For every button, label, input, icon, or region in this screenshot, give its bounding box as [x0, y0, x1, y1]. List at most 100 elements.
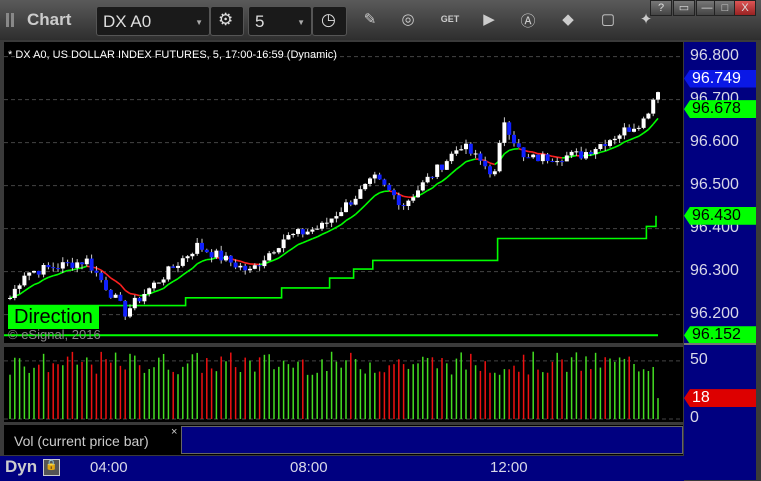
candle	[272, 252, 276, 254]
candle	[521, 147, 526, 158]
moving-average-segment	[297, 242, 304, 246]
moving-average-segment	[163, 283, 169, 289]
candle	[488, 166, 492, 175]
price-axis[interactable]: 96.800 96.700 96.600 96.500 96.400 96.300 96.2…	[684, 42, 756, 480]
moving-average-segment	[364, 199, 371, 206]
interval-value: 5	[255, 12, 265, 31]
candle	[305, 231, 310, 235]
moving-average-segment	[268, 259, 275, 263]
candle	[632, 128, 636, 132]
moving-average-segment	[48, 274, 54, 279]
moving-average-segment	[158, 287, 164, 292]
pane-divider[interactable]	[684, 343, 756, 345]
moving-average-segment	[33, 282, 40, 286]
candle	[300, 229, 305, 235]
moving-average-segment	[503, 149, 510, 155]
candle	[536, 154, 540, 162]
candle	[75, 262, 80, 268]
help-button[interactable]: ?	[650, 0, 672, 16]
link-icon[interactable]: ◆	[558, 10, 578, 28]
candle	[569, 151, 574, 156]
settings-icon: ⚙	[218, 10, 234, 29]
candle	[12, 288, 17, 298]
candle	[564, 155, 569, 162]
pencil-icon[interactable]: ✎	[360, 10, 380, 28]
candle	[214, 250, 219, 258]
interval-input[interactable]: 5 ▼	[248, 6, 312, 36]
close-study-icon[interactable]: ×	[171, 426, 177, 438]
moving-average-segment	[609, 146, 616, 150]
settings-button[interactable]: ⚙	[210, 6, 244, 36]
moving-average-segment	[115, 280, 121, 286]
candle	[238, 265, 243, 268]
get-icon[interactable]: GET	[440, 14, 460, 24]
candle	[161, 279, 166, 283]
candle	[118, 294, 123, 301]
maximize-button[interactable]: □	[714, 0, 736, 16]
moving-average-segment	[403, 195, 409, 198]
candle	[310, 229, 315, 232]
moving-average-segment	[77, 267, 83, 270]
candle	[281, 239, 286, 249]
candle	[454, 150, 459, 154]
candle	[435, 164, 440, 177]
price-tag: 96.678	[684, 100, 756, 119]
moving-average-segment	[600, 150, 606, 154]
volume-legend-label: Vol (current price bar)	[14, 433, 149, 449]
moving-average-segment	[302, 240, 308, 244]
candle	[430, 176, 435, 178]
study-icon[interactable]: ◎	[398, 10, 418, 28]
alert-icon[interactable]: Ⓐ	[518, 10, 538, 31]
candle	[296, 229, 300, 234]
symbol-input[interactable]: DX A0 ▼	[96, 6, 210, 36]
candle	[51, 267, 56, 269]
moving-average-segment	[110, 277, 117, 282]
moving-average-segment	[312, 236, 318, 240]
dynamic-mode[interactable]: Dyn	[5, 457, 37, 477]
moving-average-segment	[379, 190, 385, 194]
price-chart[interactable]: * DX A0, US DOLLAR INDEX FUTURES, 5, 17:…	[4, 42, 683, 343]
play-icon[interactable]: ▶	[479, 10, 499, 28]
candle	[545, 154, 550, 161]
candle	[190, 253, 195, 257]
clock-button[interactable]: ◷	[312, 6, 347, 36]
moving-average-segment	[235, 259, 241, 262]
chevron-down-icon: ▼	[297, 18, 305, 27]
candle	[329, 218, 334, 223]
moving-average-segment	[451, 168, 457, 174]
candle	[411, 197, 416, 201]
moving-average-segment	[57, 271, 64, 276]
candle	[276, 248, 281, 253]
candle	[32, 270, 36, 273]
candle	[128, 308, 132, 317]
candle	[99, 272, 104, 281]
candle	[132, 297, 137, 309]
candle	[156, 282, 161, 284]
candle	[550, 160, 555, 162]
comment-icon[interactable]: ▢	[598, 10, 618, 28]
candle	[579, 151, 584, 159]
moving-average-segment	[167, 280, 174, 286]
candle	[382, 179, 387, 185]
moving-average-segment	[182, 270, 189, 276]
candle	[392, 190, 396, 196]
lock-clock-icon[interactable]: 🔒	[43, 459, 60, 476]
candle	[622, 127, 627, 136]
close-button[interactable]: X	[734, 0, 756, 16]
drag-grip-icon[interactable]	[6, 13, 14, 27]
candle	[166, 266, 171, 280]
chart-info: * DX A0, US DOLLAR INDEX FUTURES, 5, 17:…	[8, 49, 337, 61]
candle	[286, 235, 291, 240]
moving-average-segment	[191, 263, 198, 269]
candle	[152, 282, 156, 289]
candle	[315, 228, 320, 230]
candle	[372, 174, 377, 179]
candle	[185, 256, 190, 259]
time-axis[interactable]: Dyn 🔒 04:00 08:00 12:00	[0, 456, 684, 481]
moving-average-segment	[307, 238, 313, 242]
volume-chart[interactable]	[4, 347, 683, 422]
moving-average-segment	[604, 148, 611, 152]
dock-button[interactable]: ▭	[673, 0, 695, 16]
moving-average-segment	[571, 154, 577, 158]
candle	[252, 265, 257, 269]
